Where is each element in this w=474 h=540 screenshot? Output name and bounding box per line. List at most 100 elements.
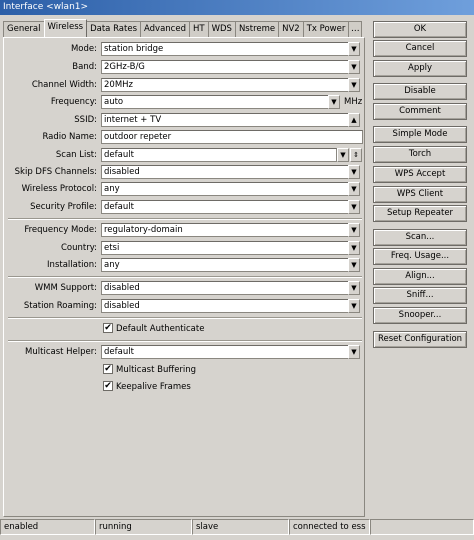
wireless-protocol-label: Wireless Protocol: (21, 184, 97, 194)
freq-usage-button[interactable]: Freq. Usage... (373, 248, 467, 265)
comment-button[interactable]: Comment (373, 103, 467, 120)
tab-data-rates[interactable]: Data Rates (86, 21, 141, 37)
apply-button[interactable]: Apply (373, 60, 467, 77)
separator (8, 340, 362, 342)
setup-repeater-button[interactable]: Setup Repeater (373, 205, 467, 222)
installation-select[interactable]: any (101, 258, 351, 272)
ssid-row: SSID: internet + TV ▲ (4, 113, 366, 127)
reset-configuration-button[interactable]: Reset Configuration (373, 331, 467, 348)
align-button[interactable]: Align... (373, 268, 467, 285)
tab-tx-power[interactable]: Tx Power (302, 21, 350, 37)
torch-button[interactable]: Torch (373, 146, 467, 163)
mode-select[interactable]: station bridge (101, 42, 351, 56)
frequency-row: Frequency: auto ▼ MHz (4, 95, 366, 109)
frequency-unit: MHz (344, 97, 363, 107)
frequency-label: Frequency: (50, 97, 97, 107)
scan-list-select[interactable]: default (101, 148, 337, 162)
wps-client-button[interactable]: WPS Client (373, 186, 467, 203)
band-select[interactable]: 2GHz-B/G (101, 60, 351, 74)
security-profile-select[interactable]: default (101, 200, 351, 214)
check-icon[interactable]: ✔ (103, 322, 113, 333)
frequency-mode-row: Frequency Mode: regulatory-domain ▼ (4, 223, 366, 237)
simple-mode-button[interactable]: Simple Mode (373, 126, 467, 143)
country-select[interactable]: etsi (101, 241, 351, 255)
status-empty (370, 519, 474, 535)
country-row: Country: etsi ▼ (4, 241, 366, 255)
tab-nstreme[interactable]: Nstreme (234, 21, 280, 37)
wireless-settings-panel: Mode: station bridge ▼ Band: 2GHz-B/G ▼ … (3, 37, 365, 517)
tab-advanced[interactable]: Advanced (140, 21, 190, 37)
status-bar: enabled running slave connected to ess (0, 519, 474, 535)
wireless-protocol-dropdown-icon[interactable]: ▼ (348, 182, 360, 196)
mode-dropdown-icon[interactable]: ▼ (348, 42, 360, 56)
skip-dfs-row: Skip DFS Channels: disabled ▼ (4, 165, 366, 179)
installation-dropdown-icon[interactable]: ▼ (348, 258, 360, 272)
security-profile-row: Security Profile: default ▼ (4, 200, 366, 214)
channel-width-label: Channel Width: (31, 80, 97, 90)
keepalive-frames-checkbox[interactable]: ✔ Keepalive Frames (103, 380, 191, 394)
wmm-support-row: WMM Support: disabled ▼ (4, 281, 366, 295)
multicast-buffering-label: Multicast Buffering (116, 365, 197, 375)
installation-label: Installation: (47, 260, 97, 270)
wireless-protocol-select[interactable]: any (101, 182, 351, 196)
frequency-dropdown-icon[interactable]: ▼ (328, 95, 340, 109)
skip-dfs-label: Skip DFS Channels: (14, 167, 97, 177)
ssid-label: SSID: (74, 115, 97, 125)
skip-dfs-select[interactable]: disabled (101, 165, 351, 179)
wmm-support-dropdown-icon[interactable]: ▼ (348, 281, 360, 295)
station-roaming-row: Station Roaming: disabled ▼ (4, 299, 366, 313)
frequency-mode-dropdown-icon[interactable]: ▼ (348, 223, 360, 237)
check-icon[interactable]: ✔ (103, 380, 113, 391)
multicast-helper-row: Multicast Helper: default ▼ (4, 345, 366, 359)
tab-ht[interactable]: HT (189, 21, 209, 37)
channel-width-select[interactable]: 20MHz (101, 78, 351, 92)
security-profile-dropdown-icon[interactable]: ▼ (348, 200, 360, 214)
frequency-select[interactable]: auto (101, 95, 329, 109)
default-authenticate-checkbox[interactable]: ✔ Default Authenticate (103, 322, 204, 336)
ssid-input[interactable]: internet + TV (101, 113, 351, 127)
skip-dfs-dropdown-icon[interactable]: ▼ (348, 165, 360, 179)
scan-button[interactable]: Scan... (373, 229, 467, 246)
band-row: Band: 2GHz-B/G ▼ (4, 60, 366, 74)
frequency-mode-select[interactable]: regulatory-domain (101, 223, 351, 237)
frequency-mode-label: Frequency Mode: (24, 225, 97, 235)
channel-width-dropdown-icon[interactable]: ▼ (348, 78, 360, 92)
wmm-support-select[interactable]: disabled (101, 281, 351, 295)
multicast-buffering-checkbox[interactable]: ✔ Multicast Buffering (103, 363, 196, 377)
status-connection: connected to ess (289, 519, 370, 535)
band-dropdown-icon[interactable]: ▼ (348, 60, 360, 74)
tab-wds[interactable]: WDS (207, 21, 236, 37)
wps-accept-button[interactable]: WPS Accept (373, 166, 467, 183)
window-title: Interface <wlan1> (0, 0, 474, 15)
cancel-button[interactable]: Cancel (373, 40, 467, 57)
station-roaming-dropdown-icon[interactable]: ▼ (348, 299, 360, 313)
multicast-helper-label: Multicast Helper: (25, 347, 97, 357)
country-dropdown-icon[interactable]: ▼ (348, 241, 360, 255)
tab-general[interactable]: General (3, 21, 45, 37)
ssid-history-up-icon[interactable]: ▲ (348, 113, 360, 127)
multicast-helper-select[interactable]: default (101, 345, 351, 359)
status-enabled: enabled (0, 519, 95, 535)
tab-wireless[interactable]: Wireless (43, 19, 88, 37)
tab-nv2[interactable]: NV2 (278, 21, 304, 37)
station-roaming-select[interactable]: disabled (101, 299, 351, 313)
snooper-button[interactable]: Snooper... (373, 307, 467, 324)
check-icon[interactable]: ✔ (103, 363, 113, 374)
status-running: running (95, 519, 192, 535)
disable-button[interactable]: Disable (373, 83, 467, 100)
security-profile-label: Security Profile: (30, 202, 97, 212)
scan-list-dropdown-icon[interactable]: ▼ (337, 148, 349, 162)
radio-name-input[interactable]: outdoor repeter (101, 130, 363, 144)
sniff-button[interactable]: Sniff... (373, 287, 467, 304)
ok-button[interactable]: OK (373, 21, 467, 38)
country-label: Country: (60, 243, 97, 253)
scan-list-add-remove-icon[interactable]: ⇕ (350, 148, 362, 162)
separator (8, 276, 362, 278)
multicast-helper-dropdown-icon[interactable]: ▼ (348, 345, 360, 359)
station-roaming-label: Station Roaming: (23, 301, 97, 311)
wmm-support-label: WMM Support: (34, 283, 97, 293)
tabs-more-button[interactable]: ... (348, 21, 363, 37)
separator (8, 317, 362, 319)
mode-label: Mode: (70, 44, 97, 54)
keepalive-frames-label: Keepalive Frames (116, 382, 191, 392)
